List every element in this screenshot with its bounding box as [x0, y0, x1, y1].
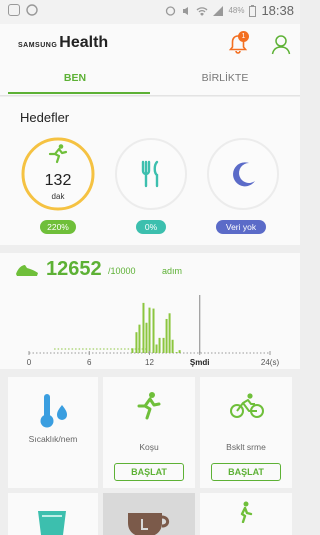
- whatsapp-icon: [26, 4, 38, 16]
- walker-icon: [240, 501, 253, 523]
- tab-ben[interactable]: BEN: [0, 64, 150, 96]
- activity-minutes-unit: dak: [51, 192, 65, 201]
- chart-bar: [162, 337, 165, 353]
- steps-unit: adım: [162, 266, 183, 276]
- chart-x-tick-label: 6: [87, 358, 92, 367]
- thermometer-drop-icon: [40, 394, 67, 428]
- steps-card[interactable]: 12652 /10000 adım 0 6 12 Şmdi 24(s): [0, 253, 300, 369]
- activity-minutes-value: 132: [44, 172, 72, 189]
- app-bar: SAMSUNG Health 1: [0, 24, 300, 64]
- status-bar: 48% 18:38: [0, 0, 300, 24]
- mute-icon: [183, 6, 189, 15]
- steps-goal: /10000: [108, 266, 136, 276]
- tab-birlikte[interactable]: BİRLİKTE: [150, 64, 300, 96]
- steps-count: 12652: [46, 258, 102, 280]
- sleep-goal-ring[interactable]: [205, 136, 281, 212]
- shoe-icon: [16, 265, 38, 276]
- app-logo: SAMSUNG Health: [18, 34, 108, 52]
- cycling-card[interactable]: Bsklt srme BAŞLAT: [200, 377, 292, 488]
- coffee-cup-icon: [128, 513, 170, 535]
- battery-icon: [249, 4, 257, 17]
- cyclist-icon: [230, 393, 264, 418]
- chart-bar: [178, 350, 181, 353]
- chart-bar: [142, 302, 145, 353]
- chart-bar: [171, 339, 174, 353]
- chart-x-tick-label: 24(s): [260, 358, 280, 367]
- water-glass-icon: [38, 511, 66, 535]
- start-cycling-button[interactable]: BAŞLAT: [211, 463, 281, 481]
- temperature-humidity-label: Sıcaklık/nem: [28, 434, 78, 444]
- goals-title: Hedefler: [20, 110, 70, 125]
- chart-x-tick-label: 12: [145, 358, 154, 367]
- chart-bar: [175, 352, 178, 353]
- chart-bar: [131, 348, 134, 353]
- runner-icon: [137, 392, 161, 420]
- brand-health: Health: [59, 34, 109, 51]
- chart-bar: [165, 318, 168, 353]
- start-running-button[interactable]: BAŞLAT: [114, 463, 184, 481]
- chart-bar: [138, 324, 141, 353]
- notification-badge: 1: [238, 31, 249, 42]
- chart-bar: [158, 337, 161, 353]
- chart-bar: [148, 307, 151, 353]
- chart-x-tick-label: Şmdi: [189, 358, 210, 367]
- food-goal-ring[interactable]: [113, 136, 189, 212]
- running-card[interactable]: Koşu BAŞLAT: [103, 377, 195, 488]
- alarm-icon: [166, 6, 176, 16]
- activity-progress-badge: 220%: [40, 220, 76, 234]
- walking-card[interactable]: [200, 493, 292, 535]
- goals-card[interactable]: Hedefler 132 dak 220% 0% Veri yok: [0, 97, 300, 245]
- food-progress-badge: 0%: [136, 220, 166, 234]
- chart-bar: [135, 332, 138, 353]
- temperature-humidity-card[interactable]: Sıcaklık/nem: [8, 377, 98, 488]
- tab-bar: BEN BİRLİKTE: [0, 64, 300, 96]
- cycling-label: Bsklt srme: [226, 442, 266, 452]
- profile-icon[interactable]: [270, 33, 292, 55]
- chart-x-tick-label: 0: [26, 358, 32, 367]
- clock: 18:38: [261, 3, 294, 18]
- chart-bar: [155, 344, 158, 353]
- running-label: Koşu: [139, 442, 159, 452]
- battery-percent: 48%: [228, 6, 245, 15]
- wifi-icon: [196, 6, 208, 16]
- gallery-icon: [8, 4, 20, 16]
- chart-bar: [145, 322, 148, 353]
- caffeine-card[interactable]: [103, 493, 195, 535]
- chart-bar: [168, 313, 171, 353]
- sleep-progress-badge: Veri yok: [216, 220, 266, 234]
- signal-icon: [213, 5, 224, 16]
- water-card[interactable]: [8, 493, 98, 535]
- chart-bar: [152, 308, 155, 353]
- brand-samsung: SAMSUNG: [18, 42, 58, 49]
